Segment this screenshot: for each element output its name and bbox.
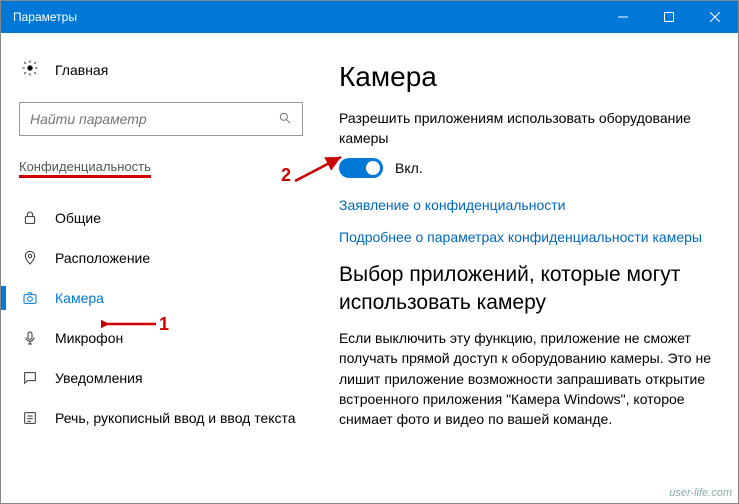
window-controls [600,1,738,33]
more-settings-link[interactable]: Подробнее о параметрах конфиденциальност… [339,228,712,248]
watermark: user-life.com [669,487,732,499]
section2-title: Выбор приложений, которые могут использо… [339,261,712,316]
sidebar-item-label: Камера [55,290,104,306]
microphone-icon [21,329,39,347]
camera-icon [21,289,39,307]
sidebar-item-camera[interactable]: Камера [19,278,303,318]
sidebar-item-microphone[interactable]: Микрофон [19,318,303,358]
sidebar-item-label: Уведомления [55,370,143,386]
location-icon [21,249,39,267]
sidebar-item-label: Микрофон [55,330,123,346]
window-title: Параметры [13,10,77,24]
gear-icon [21,59,39,80]
sidebar-item-label: Расположение [55,250,150,266]
camera-toggle[interactable] [339,158,383,178]
search-icon [278,111,292,128]
toggle-row: Вкл. [339,158,712,178]
maximize-button[interactable] [646,1,692,33]
speech-icon [21,409,39,427]
titlebar: Параметры [1,1,738,33]
allow-description: Разрешить приложениям использовать обору… [339,109,712,148]
main-content: Камера Разрешить приложениям использоват… [321,33,738,503]
nav: Общие Расположение Камера Микрофон Уведо… [19,198,303,438]
notifications-icon [21,369,39,387]
sidebar-item-label: Речь, рукописный ввод и ввод текста [55,410,296,426]
sidebar-item-general[interactable]: Общие [19,198,303,238]
lock-icon [21,209,39,227]
close-button[interactable] [692,1,738,33]
sidebar-item-location[interactable]: Расположение [19,238,303,278]
privacy-statement-link[interactable]: Заявление о конфиденциальности [339,196,712,216]
home-label: Главная [55,62,108,78]
search-input[interactable] [30,111,278,127]
search-box[interactable] [19,102,303,136]
sidebar-item-label: Общие [55,210,101,226]
page-title: Камера [339,61,712,93]
sidebar: Главная Конфиденциальность Общие Располо… [1,33,321,503]
sidebar-item-notifications[interactable]: Уведомления [19,358,303,398]
home-link[interactable]: Главная [19,53,303,86]
minimize-button[interactable] [600,1,646,33]
section-label: Конфиденциальность [19,159,151,178]
toggle-state-label: Вкл. [395,160,423,176]
section2-body: Если выключить эту функцию, приложение н… [339,328,712,429]
sidebar-item-speech[interactable]: Речь, рукописный ввод и ввод текста [19,398,303,438]
